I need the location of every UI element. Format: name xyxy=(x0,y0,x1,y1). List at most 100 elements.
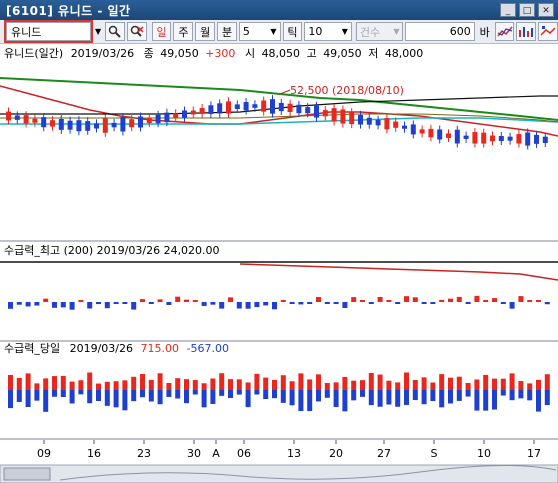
supply-max-bar xyxy=(25,302,31,307)
chevron-down-icon: ▼ xyxy=(341,27,348,36)
supply-day-up-bar xyxy=(96,383,101,390)
supply-day-up-bar xyxy=(52,376,57,390)
supply-day-down-bar xyxy=(307,390,313,412)
trend-icon xyxy=(540,26,556,36)
supply-max-bar xyxy=(351,297,357,302)
x-axis-label: 06 xyxy=(237,447,251,460)
candle-body xyxy=(120,117,126,132)
supply-day-down-bar xyxy=(78,390,84,395)
stock-dropdown-button[interactable]: ▼ xyxy=(93,22,103,41)
candle-body xyxy=(516,134,522,144)
supply-day-down-bar xyxy=(140,390,145,398)
supply-day-prefix: 수급력_당일 xyxy=(4,341,60,355)
indicator-button[interactable] xyxy=(516,22,537,41)
supply-day-up-bar xyxy=(368,372,374,390)
supply-day-up-bar xyxy=(298,373,304,390)
stock-name-value: 유니드 xyxy=(11,25,42,39)
supply-day-up-bar xyxy=(192,380,198,390)
chart-type-button[interactable] xyxy=(494,22,515,41)
supply-day-down-bar xyxy=(324,390,330,398)
supply-day-down-bar xyxy=(483,390,489,411)
supply-day-up-bar xyxy=(474,379,480,390)
supply-day-down-bar xyxy=(236,390,242,395)
scrollbar-thumb[interactable] xyxy=(3,467,51,481)
supply-max-bar xyxy=(16,302,22,305)
supply-day-down-bar xyxy=(228,390,233,399)
supply-day-down-bar xyxy=(166,390,172,397)
period-minute-button[interactable]: 분 xyxy=(217,22,237,41)
supply-max-bar xyxy=(368,302,374,304)
supply-day-down-bar xyxy=(395,390,401,407)
supply-day-bars xyxy=(8,372,550,412)
count-mode-select[interactable]: 건수 ▼ xyxy=(355,22,404,41)
supply-day-up-bar xyxy=(280,375,286,390)
supply-day-up-bar xyxy=(254,373,260,390)
minute-select-value: 5 xyxy=(242,25,250,38)
period-tick-button[interactable]: 틱 xyxy=(282,22,303,41)
supply-max-bar xyxy=(456,296,462,302)
supply-max-bars xyxy=(8,295,550,310)
supply-day-down-bar xyxy=(298,390,304,412)
minute-select[interactable]: 5 ▼ xyxy=(238,22,281,41)
candle-body xyxy=(393,121,399,128)
supply-day-down-bar xyxy=(131,390,137,402)
supply-day-down-bar xyxy=(474,390,480,411)
candle-body xyxy=(190,110,196,115)
candle-body xyxy=(164,112,170,123)
candle-body xyxy=(322,110,328,117)
supply-day-up-bar xyxy=(412,379,418,390)
supply-max-bar xyxy=(333,302,339,304)
search-cancel-button[interactable] xyxy=(126,22,147,41)
supply-day-down-bar xyxy=(69,390,75,404)
supply-max-bar xyxy=(122,302,128,304)
chart-scrollbar[interactable] xyxy=(0,464,558,483)
count-input[interactable]: 600 xyxy=(405,22,475,41)
supply-day-up-bar xyxy=(78,380,84,390)
supply-max-red-line xyxy=(239,263,558,281)
candle-body xyxy=(252,104,258,108)
supply-day-up-bar xyxy=(360,380,365,390)
x-axis-label: 27 xyxy=(377,447,391,460)
minimize-button[interactable]: _ xyxy=(500,3,516,17)
supply-day-down-bar xyxy=(245,390,251,408)
x-axis-label: 13 xyxy=(287,447,301,460)
period-week-button[interactable]: 주 xyxy=(173,22,194,41)
supply-day-up-bar xyxy=(324,382,330,390)
close-button[interactable]: ✕ xyxy=(538,3,554,17)
supply-day-up-bar xyxy=(272,379,277,390)
supply-day-down-bar xyxy=(421,390,427,405)
supply-day-up-bar xyxy=(544,374,550,390)
x-axis-label: S xyxy=(431,447,438,460)
restore-button[interactable]: □ xyxy=(519,3,535,17)
candle-body xyxy=(173,113,179,119)
supply-day-down-bar xyxy=(404,390,409,405)
supply-max-bar xyxy=(412,297,418,302)
close-label: 종 xyxy=(144,47,154,60)
candle-body xyxy=(6,111,11,121)
candle-body xyxy=(50,120,55,127)
period-month-button[interactable]: 월 xyxy=(195,22,216,41)
supply-max-bar xyxy=(184,299,189,302)
stock-name-input[interactable]: 유니드 xyxy=(3,20,94,43)
price-chart-area[interactable]: 유니드(일간) 2019/03/26 종 49,050 +300 시 48,05… xyxy=(0,44,558,483)
supply-max-bar xyxy=(131,302,137,310)
candle-body xyxy=(402,125,407,129)
candle-body xyxy=(349,112,355,125)
supply-day-up-bar xyxy=(456,376,462,390)
supply-day-up-bar xyxy=(500,378,506,390)
supply-day-down-bar xyxy=(34,390,40,401)
tick-select[interactable]: 10 ▼ xyxy=(304,22,352,41)
supply-max-bar xyxy=(87,302,93,309)
period-day-button[interactable]: 일 xyxy=(151,22,172,41)
supply-day-up-bar xyxy=(527,383,533,390)
supply-max-bar xyxy=(500,302,506,304)
search-button[interactable] xyxy=(105,22,125,41)
search-icon xyxy=(109,25,122,38)
supply-day-up-bar xyxy=(140,374,145,390)
supply-max-bar xyxy=(272,302,277,310)
supply-day-up-bar xyxy=(210,378,216,390)
trend-button[interactable] xyxy=(538,22,558,41)
supply-day-down-bar xyxy=(52,390,57,397)
x-axis-label: 20 xyxy=(329,447,343,460)
supply-max-bar xyxy=(245,302,251,309)
